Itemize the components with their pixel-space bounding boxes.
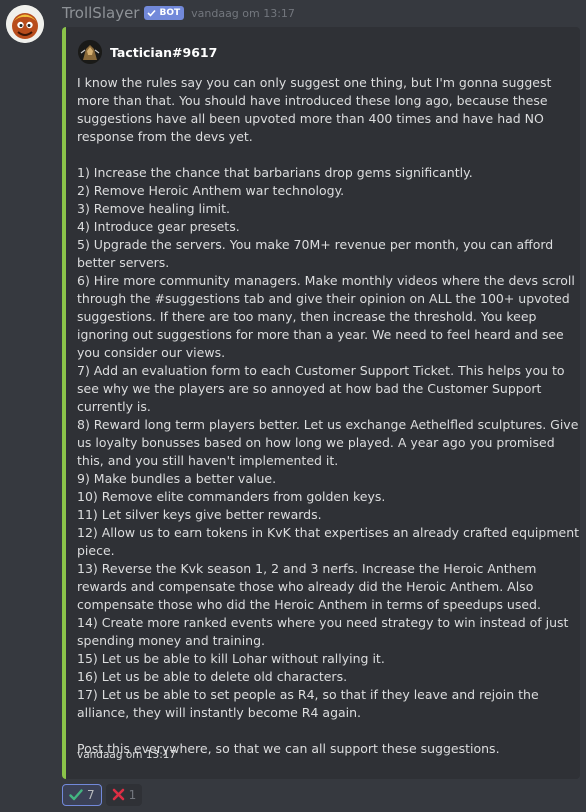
troll-avatar-icon xyxy=(6,5,44,43)
avatar[interactable] xyxy=(6,5,44,43)
bot-badge: BOT xyxy=(144,6,185,20)
reaction-check[interactable]: 7 xyxy=(62,784,102,806)
reaction-cross[interactable]: 1 xyxy=(105,784,143,806)
message-timestamp[interactable]: vandaag om 13:17 xyxy=(191,7,295,20)
embed: Tactician#9617 I know the rules say you … xyxy=(62,27,580,779)
verified-check-icon xyxy=(147,9,157,17)
username[interactable]: TrollSlayer xyxy=(62,4,139,22)
embed-author-name[interactable]: Tactician#9617 xyxy=(110,45,217,60)
check-icon xyxy=(69,786,83,805)
cross-icon xyxy=(112,786,125,805)
reactions-bar: 7 1 xyxy=(62,784,146,806)
message-header: TrollSlayer BOT vandaag om 13:17 xyxy=(62,3,295,23)
reaction-count: 7 xyxy=(87,788,95,802)
embed-author: Tactician#9617 xyxy=(78,40,217,64)
chat-message: TrollSlayer BOT vandaag om 13:17 Tactici… xyxy=(0,0,586,812)
embed-footer-timestamp: vandaag om 13:17 xyxy=(77,749,177,761)
embed-description: I know the rules say you can only sugges… xyxy=(77,75,580,756)
bot-badge-label: BOT xyxy=(159,8,181,18)
author-icon xyxy=(78,40,102,64)
reaction-count: 1 xyxy=(128,788,137,802)
